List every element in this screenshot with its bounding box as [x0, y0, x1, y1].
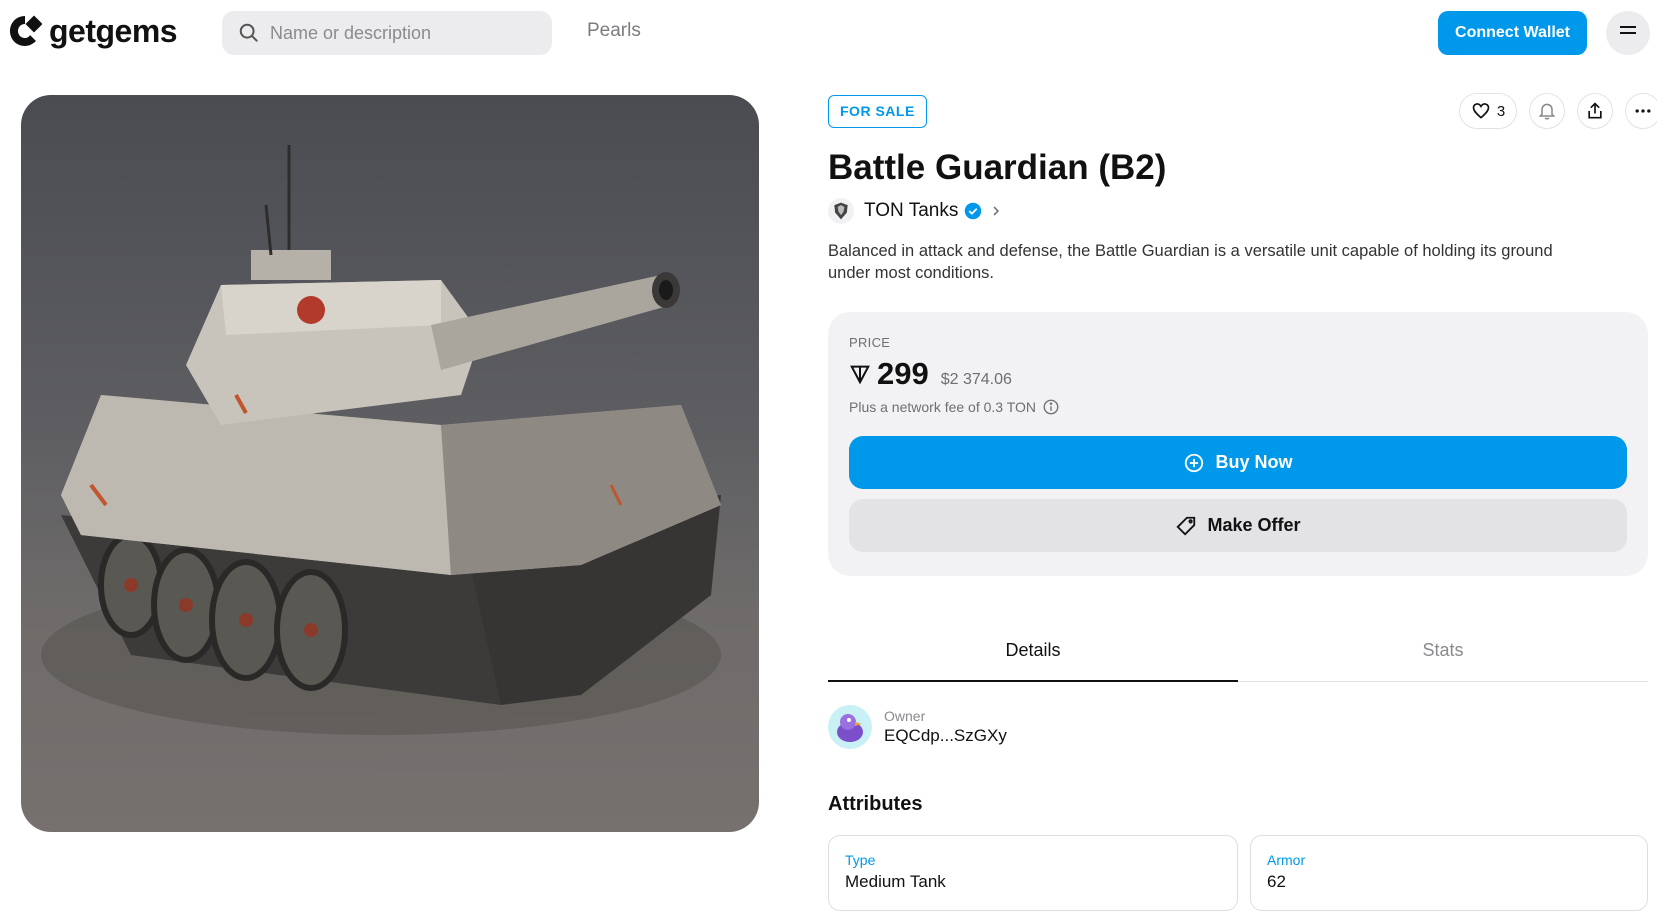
price-usd: $2 374.06 — [940, 371, 1012, 388]
item-actions: 3 — [1459, 93, 1657, 129]
getgems-logo-icon — [10, 15, 42, 46]
attribute-key: Armor — [1267, 852, 1306, 868]
nav-link-pearls[interactable]: Pearls — [587, 20, 641, 42]
price-label: PRICE — [849, 335, 891, 350]
detail-tabs: Details Stats — [828, 630, 1648, 682]
owner-address[interactable]: EQCdp...SzGXy — [884, 726, 1007, 746]
search-bar[interactable] — [222, 11, 552, 55]
buy-now-label: Buy Now — [1215, 452, 1293, 472]
chevron-right-icon — [993, 206, 1000, 216]
collection-avatar — [828, 198, 854, 224]
make-offer-label: Make Offer — [1207, 515, 1301, 535]
share-icon — [1588, 102, 1602, 119]
for-sale-badge: FOR SALE — [828, 95, 927, 128]
price-card: PRICE 299 $2 374.06 Plus a network fee o… — [828, 312, 1648, 576]
attribute-value: 62 — [1267, 872, 1286, 891]
more-options-button[interactable] — [1625, 93, 1657, 129]
owner-label: Owner — [884, 708, 926, 724]
like-count: 3 — [1496, 102, 1506, 120]
plus-circle-icon — [1185, 453, 1204, 472]
tab-details[interactable]: Details — [828, 630, 1238, 682]
collection-link[interactable]: TON Tanks — [828, 198, 1002, 224]
attribute-card-type[interactable]: Type Medium Tank — [828, 835, 1238, 911]
attribute-key: Type — [845, 852, 876, 868]
info-icon[interactable] — [1042, 398, 1060, 416]
attribute-value: Medium Tank — [845, 872, 946, 891]
attributes-heading: Attributes — [828, 793, 923, 815]
like-button[interactable]: 3 — [1459, 93, 1517, 129]
nft-artwork[interactable] — [21, 95, 759, 832]
owner-avatar — [828, 705, 872, 749]
tank-shield-icon — [834, 202, 848, 220]
fee-text: Plus a network fee of 0.3 TON — [849, 399, 1037, 415]
duck-avatar-icon — [837, 714, 863, 742]
connect-wallet-button[interactable]: Connect Wallet — [1438, 11, 1587, 55]
collection-name: TON Tanks — [864, 200, 959, 221]
menu-button[interactable] — [1606, 11, 1650, 55]
brand-logo[interactable]: getgems — [8, 13, 178, 49]
make-offer-button[interactable]: Make Offer — [849, 499, 1627, 552]
brand-name: getgems — [49, 13, 178, 49]
hamburger-icon — [1620, 26, 1636, 34]
tag-icon — [1176, 516, 1196, 536]
item-title: Battle Guardian (B2) — [828, 148, 1167, 187]
attribute-card-armor[interactable]: Armor 62 — [1250, 835, 1648, 911]
tank-illustration — [41, 145, 721, 735]
heart-icon — [1472, 103, 1490, 119]
search-icon — [239, 23, 258, 42]
network-fee-note: Plus a network fee of 0.3 TON — [849, 398, 1060, 416]
top-header: getgems Pearls Connect Wallet — [0, 0, 1657, 66]
buy-now-button[interactable]: Buy Now — [849, 436, 1627, 489]
item-description: Balanced in attack and defense, the Batt… — [828, 242, 1553, 282]
owner-row[interactable]: Owner EQCdp...SzGXy — [828, 705, 1007, 749]
bell-icon — [1538, 103, 1556, 120]
search-input[interactable] — [270, 22, 540, 44]
price-row: 299 $2 374.06 — [849, 356, 1012, 392]
more-dots-icon — [1635, 109, 1651, 113]
share-button[interactable] — [1577, 93, 1613, 129]
notify-button[interactable] — [1529, 93, 1565, 129]
ton-icon — [850, 365, 870, 385]
price-value: 299 — [877, 356, 929, 391]
tab-stats[interactable]: Stats — [1238, 630, 1648, 681]
verified-icon — [965, 202, 982, 220]
